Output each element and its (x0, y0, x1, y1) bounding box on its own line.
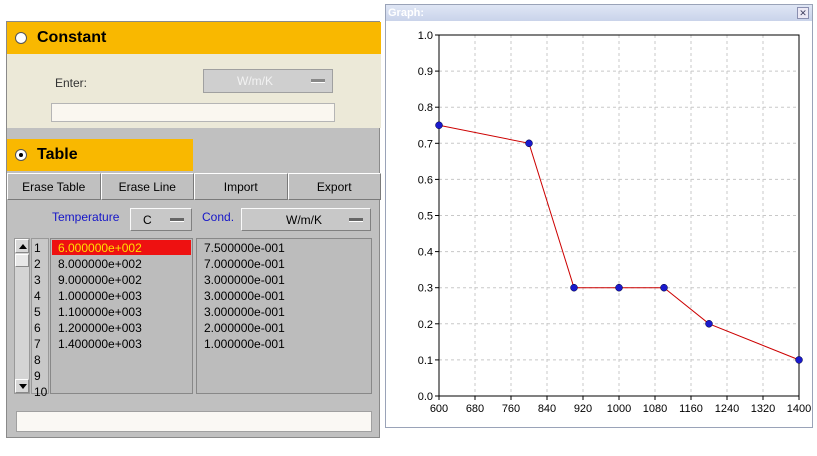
y-tick-label: 0.0 (418, 391, 433, 403)
table-label: Table (37, 146, 78, 163)
scroll-down-button[interactable] (15, 379, 29, 393)
temperature-cell[interactable]: 1.000000e+003 (58, 288, 142, 304)
row-index-column: 1 2 3 4 5 6 7 8 9 10 (31, 238, 49, 399)
data-point (435, 121, 443, 129)
x-tick-label: 600 (430, 403, 448, 415)
y-tick-label: 0.8 (418, 102, 433, 114)
x-tick-label: 1080 (643, 403, 667, 415)
radio-unchecked-icon[interactable] (15, 32, 27, 44)
constant-value-input[interactable] (51, 103, 335, 122)
arrow-down-icon (19, 384, 27, 389)
y-tick-label: 0.7 (418, 138, 433, 150)
data-point (525, 139, 533, 148)
x-tick-label: 920 (574, 403, 592, 415)
import-button[interactable]: Import (194, 173, 288, 200)
temperature-cell[interactable]: 8.000000e+002 (58, 256, 142, 272)
dropdown-arrow-icon (349, 217, 363, 222)
arrow-up-icon (19, 244, 27, 249)
cond-cell[interactable]: 3.000000e-001 (204, 288, 285, 304)
data-point (795, 356, 803, 364)
data-point (615, 283, 623, 292)
cond-column[interactable]: 7.500000e-001 7.000000e-001 3.000000e-001 3… (196, 238, 372, 394)
y-tick-label: 0.3 (418, 283, 433, 295)
cond-unit-value: W/m/K (286, 212, 322, 227)
data-point (660, 283, 668, 292)
x-tick-label: 760 (502, 403, 520, 415)
y-tick-label: 1.0 (418, 30, 433, 42)
erase-line-button[interactable]: Erase Line (100, 173, 194, 200)
graph-window: Graph: ✕ 600 680 760 840 920 1000 1080 1160 1240… (385, 4, 813, 428)
x-tick-label: 1320 (751, 403, 775, 415)
y-tick-label: 0.4 (418, 247, 433, 259)
scroll-thumb[interactable] (15, 254, 29, 267)
cond-cell[interactable]: 3.000000e-001 (204, 304, 285, 320)
temperature-unit-value: C (143, 212, 152, 227)
cell-edit-input[interactable] (16, 411, 372, 432)
y-tick-label: 0.9 (418, 66, 433, 78)
table-option[interactable]: Table (7, 139, 193, 171)
cond-cell[interactable]: 7.500000e-001 (204, 240, 285, 256)
constant-label: Constant (37, 29, 107, 46)
data-point (705, 320, 713, 328)
temperature-cell[interactable]: 6.000000e+002 (58, 240, 142, 256)
temperature-cell[interactable]: 1.200000e+003 (58, 320, 142, 336)
y-tick-label: 0.2 (418, 319, 433, 331)
row-index: 5 (34, 305, 41, 319)
x-tick-label: 840 (538, 403, 556, 415)
row-index: 8 (34, 353, 41, 367)
constant-unit-dropdown[interactable]: W/m/K (203, 69, 333, 93)
cond-unit-dropdown[interactable]: W/m/K (241, 208, 371, 231)
temperature-cell[interactable]: 1.400000e+003 (58, 336, 142, 352)
conductivity-chart: 600 680 760 840 920 1000 1080 1160 1240 1320 1400 0… (418, 30, 812, 415)
cond-cell[interactable]: 7.000000e-001 (204, 256, 285, 272)
row-index: 6 (34, 321, 41, 335)
x-tick-label: 1000 (607, 403, 631, 415)
y-tick-label: 0.6 (418, 174, 433, 186)
radio-checked-icon[interactable] (15, 149, 27, 161)
export-button[interactable]: Export (287, 173, 381, 200)
row-index: 1 (34, 241, 41, 255)
x-tick-label: 1240 (715, 403, 739, 415)
y-tick-label: 0.1 (418, 355, 433, 367)
constant-option[interactable]: Constant (7, 22, 381, 54)
temperature-column-label: Temperature (52, 210, 120, 224)
dropdown-arrow-icon (170, 217, 184, 222)
constant-unit-value: W/m/K (237, 74, 273, 88)
temperature-unit-dropdown[interactable]: C (130, 208, 192, 231)
x-tick-label: 1400 (787, 403, 811, 415)
close-icon[interactable]: ✕ (797, 7, 809, 19)
row-index: 4 (34, 289, 41, 303)
x-tick-label: 680 (466, 403, 484, 415)
dropdown-arrow-icon (311, 79, 325, 83)
graph-titlebar[interactable]: Graph: ✕ (386, 5, 812, 21)
enter-label: Enter: (55, 76, 88, 90)
y-tick-label: 0.5 (418, 211, 433, 223)
row-index: 3 (34, 273, 41, 287)
data-point (570, 283, 578, 292)
cond-cell[interactable]: 1.000000e-001 (204, 336, 285, 352)
row-index: 10 (34, 385, 48, 399)
table-toolbar: Erase Table Erase Line Import Export (7, 173, 381, 200)
row-index: 7 (34, 337, 41, 351)
cond-column-label: Cond. (202, 210, 235, 224)
cond-cell[interactable]: 2.000000e-001 (204, 320, 285, 336)
temperature-column[interactable]: 6.000000e+002 8.000000e+002 9.000000e+002 1… (50, 238, 193, 394)
graph-title: Graph: (388, 7, 425, 19)
x-tick-label: 1160 (679, 403, 703, 415)
scroll-up-button[interactable] (15, 239, 29, 253)
table-scrollbar[interactable] (14, 238, 30, 394)
cond-cell[interactable]: 3.000000e-001 (204, 272, 285, 288)
temperature-cell[interactable]: 1.100000e+003 (58, 304, 142, 320)
row-index: 9 (34, 369, 41, 383)
constant-body: Enter: W/m/K (7, 54, 381, 128)
temperature-cell[interactable]: 9.000000e+002 (58, 272, 142, 288)
row-index: 2 (34, 257, 41, 271)
erase-table-button[interactable]: Erase Table (7, 173, 101, 200)
material-property-panel: Constant Enter: W/m/K Table Erase Table … (6, 21, 381, 438)
